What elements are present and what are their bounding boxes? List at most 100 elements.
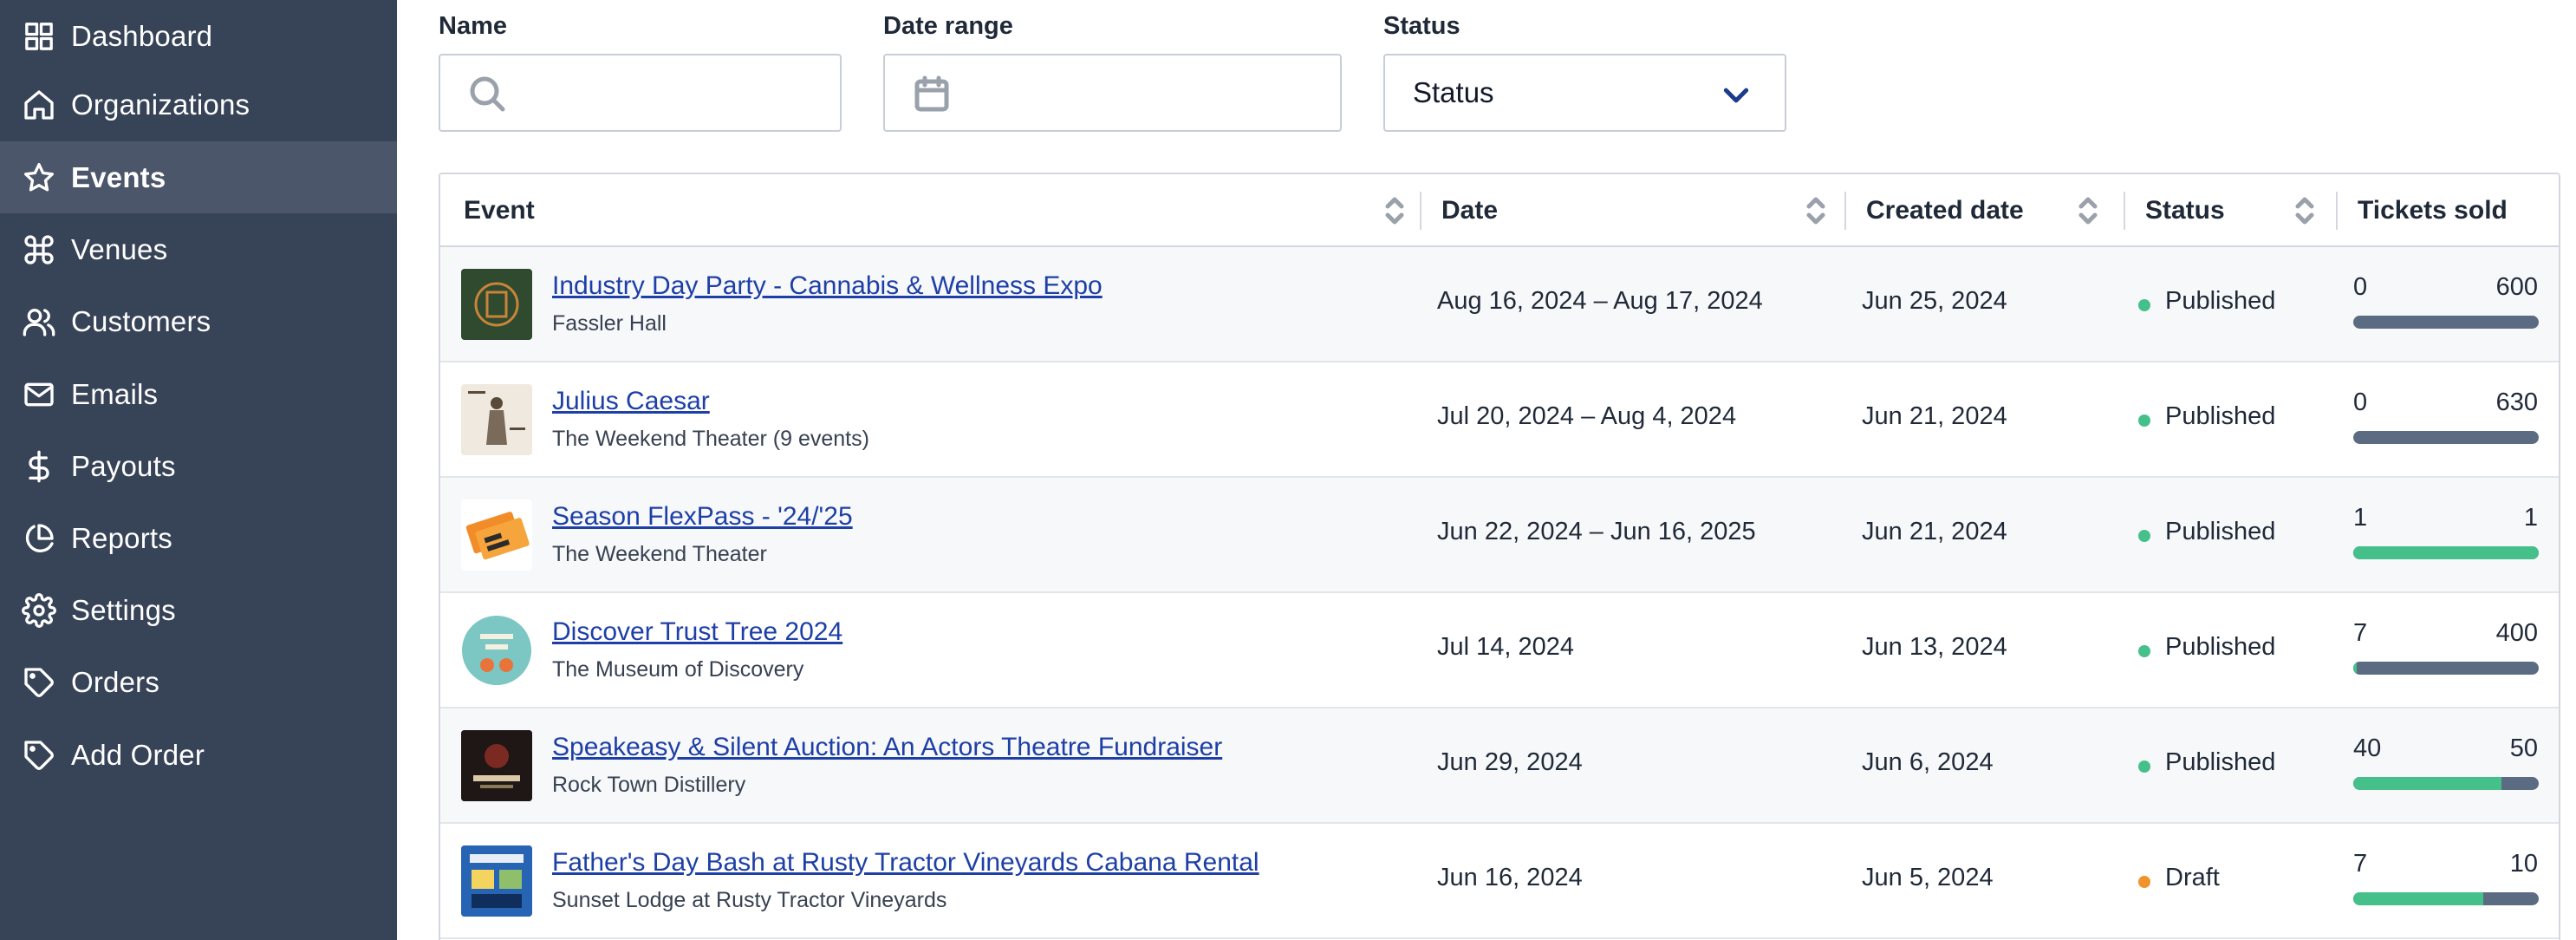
event-title-link[interactable]: Father's Day Bash at Rusty Tractor Viney… (552, 848, 1259, 878)
event-thumbnail (461, 384, 532, 455)
sidebar-item-dashboard[interactable]: Dashboard (0, 0, 397, 72)
event-title-link[interactable]: Julius Caesar (552, 387, 710, 416)
status-badge: Published (2165, 518, 2276, 545)
date-range-field[interactable] (883, 54, 1342, 132)
event-title-link[interactable]: Season FlexPass - '24/'25 (552, 502, 853, 532)
sidebar-item-orders[interactable]: Orders (0, 646, 397, 718)
column-header-label: Tickets sold (2358, 196, 2508, 225)
sidebar-item-label: Reports (71, 521, 172, 554)
column-header-event[interactable]: Event (464, 174, 1417, 247)
sidebar-item-label: Organizations (71, 88, 250, 121)
date-range-input[interactable] (972, 71, 1323, 116)
table-row: Season FlexPass - '24/'25 The Weekend Th… (440, 478, 2559, 593)
event-date: Aug 16, 2024 – Aug 17, 2024 (1437, 287, 1763, 315)
column-header-label: Status (2145, 196, 2225, 225)
sort-icon[interactable] (1382, 195, 1407, 226)
event-venue: Sunset Lodge at Rusty Tractor Vineyards (552, 888, 947, 912)
sidebar-item-reports[interactable]: Reports (0, 502, 397, 574)
sidebar-item-organizations[interactable]: Organizations (0, 69, 397, 140)
sidebar-item-label: Events (71, 160, 166, 193)
home-icon (19, 85, 59, 125)
command-icon (19, 230, 59, 270)
star-icon (19, 158, 59, 198)
dollar-icon (19, 447, 59, 486)
pie-chart-icon (19, 519, 59, 558)
column-header-date[interactable]: Date (1441, 174, 1840, 247)
sidebar-item-customers[interactable]: Customers (0, 285, 397, 357)
chevron-down-icon (1719, 78, 1753, 113)
event-title-link[interactable]: Discover Trust Tree 2024 (552, 617, 842, 647)
sort-icon[interactable] (2076, 195, 2100, 226)
table-header: Event Date Created date Status Tickets s… (440, 174, 2559, 247)
tickets-sold-count: 1 (2353, 504, 2368, 532)
column-divider (2336, 192, 2338, 230)
table-row: Father's Day Bash at Rusty Tractor Viney… (440, 824, 2559, 939)
created-date: Jun 6, 2024 (1862, 748, 1994, 776)
event-date: Jul 14, 2024 (1437, 633, 1575, 661)
column-header-tickets-sold[interactable]: Tickets sold (2358, 174, 2557, 247)
table-row: Discover Trust Tree 2024 The Museum of D… (440, 593, 2559, 708)
event-venue: The Museum of Discovery (552, 657, 804, 682)
column-header-label: Event (464, 196, 535, 225)
event-date: Jul 20, 2024 – Aug 4, 2024 (1437, 402, 1737, 430)
sort-icon[interactable] (1804, 195, 1828, 226)
event-venue: Rock Town Distillery (552, 773, 746, 797)
event-venue: The Weekend Theater (552, 542, 767, 566)
event-date: Jun 16, 2024 (1437, 864, 1583, 891)
tickets-progress-fill (2353, 777, 2502, 790)
tickets-capacity: 600 (2495, 273, 2538, 301)
created-date: Jun 5, 2024 (1862, 864, 1994, 891)
status-filter-label: Status (1383, 12, 1460, 40)
tickets-sold-count: 0 (2353, 388, 2368, 416)
tickets-progress-bar (2353, 892, 2539, 905)
tickets-capacity: 630 (2495, 388, 2538, 416)
sidebar-item-label: Orders (71, 665, 160, 698)
sidebar-item-label: Payouts (71, 449, 176, 482)
search-icon (466, 73, 508, 114)
column-header-created-date[interactable]: Created date (1866, 174, 2126, 247)
name-filter-label: Name (439, 12, 507, 40)
event-date: Jun 29, 2024 (1437, 748, 1583, 776)
sidebar-item-add-order[interactable]: Add Order (0, 719, 397, 791)
column-header-status[interactable]: Status (2145, 174, 2353, 247)
event-thumbnail (461, 615, 532, 686)
tag-icon (19, 663, 59, 702)
sidebar-item-payouts[interactable]: Payouts (0, 430, 397, 502)
sidebar-item-label: Customers (71, 304, 211, 337)
sidebar-item-emails[interactable]: Emails (0, 358, 397, 430)
users-icon (19, 302, 59, 342)
tickets-sold-count: 40 (2353, 734, 2382, 762)
column-divider (1844, 192, 1846, 230)
event-thumbnail (461, 269, 532, 340)
sidebar-item-label: Venues (71, 232, 168, 265)
sort-icon[interactable] (2293, 195, 2317, 226)
tickets-capacity: 400 (2495, 619, 2538, 647)
table-row: Julius Caesar The Weekend Theater (9 eve… (440, 362, 2559, 478)
table-row: Speakeasy & Silent Auction: An Actors Th… (440, 708, 2559, 824)
tickets-sold-count: 0 (2353, 273, 2368, 301)
created-date: Jun 13, 2024 (1862, 633, 2007, 661)
column-header-label: Date (1441, 196, 1499, 225)
tickets-progress-bar (2353, 777, 2539, 790)
event-title-link[interactable]: Speakeasy & Silent Auction: An Actors Th… (552, 733, 1222, 762)
name-search-field[interactable] (439, 54, 842, 132)
column-divider (2124, 192, 2125, 230)
tickets-progress-fill (2353, 892, 2483, 905)
tickets-progress-fill (2353, 662, 2357, 675)
tickets-progress-bar (2353, 431, 2539, 444)
status-select[interactable]: Status (1383, 54, 1786, 132)
sidebar-item-venues[interactable]: Venues (0, 213, 397, 285)
name-search-input[interactable] (527, 71, 823, 116)
created-date: Jun 21, 2024 (1862, 518, 2007, 545)
status-dot (2138, 415, 2150, 427)
gear-icon (19, 591, 59, 630)
calendar-icon (911, 73, 953, 114)
sidebar-item-label: Settings (71, 593, 176, 626)
tickets-sold-count: 7 (2353, 850, 2368, 878)
event-thumbnail (461, 499, 532, 571)
sidebar-item-events[interactable]: Events (0, 141, 397, 213)
sidebar-item-settings[interactable]: Settings (0, 574, 397, 646)
event-title-link[interactable]: Industry Day Party - Cannabis & Wellness… (552, 271, 1103, 301)
created-date: Jun 21, 2024 (1862, 402, 2007, 430)
date-range-label: Date range (883, 12, 1013, 40)
